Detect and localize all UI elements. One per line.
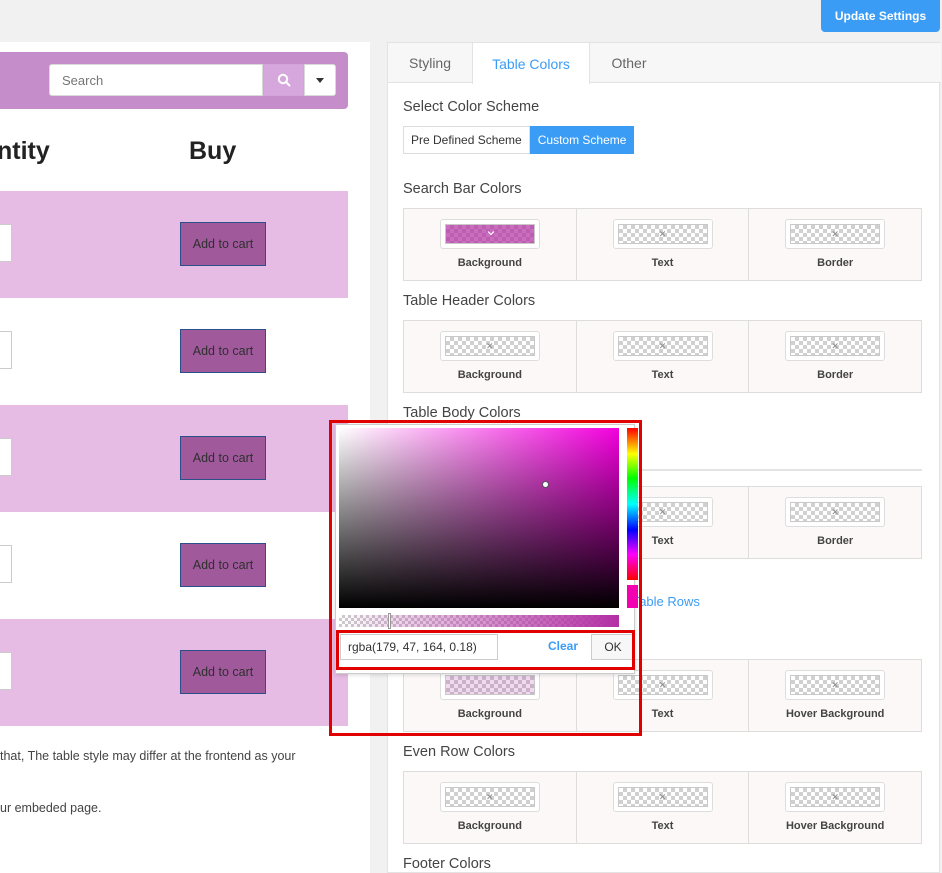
add-to-cart-button[interactable]: Add to cart <box>180 650 266 694</box>
color-swatch-button[interactable]: ✕ <box>785 782 886 812</box>
search-bar-text-cell: ✕ Text <box>576 209 750 280</box>
add-to-cart-button[interactable]: Add to cart <box>180 222 266 266</box>
table-preview-panel: ntity Buy Add to cart Add to cart Add to… <box>0 42 370 873</box>
cell-label: Text <box>651 820 674 832</box>
odd-hover-background-cell: ✕ Hover Background <box>749 660 922 731</box>
color-swatch-button[interactable]: ✕ <box>612 219 713 249</box>
clear-x-icon: ✕ <box>486 792 494 802</box>
settings-tabs: Styling Table Colors Other <box>388 43 941 84</box>
table-row: Add to cart <box>0 298 348 405</box>
pre-defined-scheme-button[interactable]: Pre Defined Scheme <box>403 126 530 154</box>
scheme-toggle: Pre Defined Scheme Custom Scheme <box>403 126 635 154</box>
cell-label: Background <box>457 369 522 381</box>
color-swatch-button[interactable]: ✕ <box>439 331 540 361</box>
add-to-cart-button[interactable]: Add to cart <box>180 329 266 373</box>
clear-x-icon: ✕ <box>658 229 667 239</box>
quantity-input[interactable] <box>0 545 12 583</box>
cell-label: Border <box>817 535 854 547</box>
cell-label: Background <box>457 257 522 269</box>
preview-note-line2: ur embeded page. <box>0 801 102 815</box>
update-settings-button[interactable]: Update Settings <box>821 0 940 32</box>
clear-x-icon: ✕ <box>831 341 839 351</box>
custom-scheme-button[interactable]: Custom Scheme <box>529 126 635 154</box>
even-text-cell: ✕ Text <box>576 772 750 843</box>
column-header-buy: Buy <box>189 137 237 165</box>
color-swatch-button[interactable] <box>439 219 540 249</box>
clear-x-icon: ✕ <box>831 792 839 802</box>
cell-label: Border <box>817 369 854 381</box>
color-swatch-button[interactable]: ✕ <box>785 219 886 249</box>
clear-x-icon: ✕ <box>486 341 494 351</box>
select-color-scheme-title: Select Color Scheme <box>403 99 540 115</box>
highlight-box-outer <box>329 420 642 736</box>
search-dropdown-button[interactable] <box>304 64 336 96</box>
header-text-cell: ✕ Text <box>576 321 750 392</box>
color-swatch-button[interactable]: ✕ <box>785 670 886 700</box>
quantity-input[interactable] <box>0 438 12 476</box>
tab-table-colors[interactable]: Table Colors <box>472 43 590 84</box>
search-button[interactable] <box>263 64 304 96</box>
search-bar-colors-title: Search Bar Colors <box>403 181 522 197</box>
search-bar-border-cell: ✕ Border <box>749 209 922 280</box>
clear-x-icon: ✕ <box>658 792 667 802</box>
color-swatch-button[interactable]: ✕ <box>785 497 886 527</box>
clear-x-icon: ✕ <box>831 680 839 690</box>
search-icon <box>277 73 291 87</box>
quantity-input[interactable] <box>0 652 12 690</box>
clear-x-icon: ✕ <box>658 507 667 517</box>
cell-label: Hover Background <box>785 708 885 720</box>
highlight-box-inner <box>336 630 635 670</box>
even-hover-background-cell: ✕ Hover Background <box>749 772 922 843</box>
even-background-cell: ✕ Background <box>404 772 577 843</box>
table-header-color-grid: ✕ Background ✕ Text ✕ Border <box>403 320 922 393</box>
even-row-colors-title: Even Row Colors <box>403 744 516 760</box>
search-bar-background-cell: Background <box>404 209 577 280</box>
clear-x-icon: ✕ <box>658 680 667 690</box>
body-border-cell: ✕ Border <box>749 487 922 558</box>
color-swatch-button[interactable]: ✕ <box>612 782 713 812</box>
header-background-cell: ✕ Background <box>404 321 577 392</box>
tab-styling[interactable]: Styling <box>388 43 472 83</box>
table-row: Add to cart <box>0 619 348 726</box>
search-input[interactable] <box>49 64 263 96</box>
color-swatch-button[interactable]: ✕ <box>439 782 540 812</box>
cell-label: Background <box>457 820 522 832</box>
column-header-quantity: ntity <box>0 137 50 165</box>
quantity-input[interactable] <box>0 224 12 262</box>
search-bar <box>0 52 348 109</box>
table-row: Add to cart <box>0 191 348 298</box>
even-row-color-grid: ✕ Background ✕ Text ✕ Hover Background <box>403 771 922 844</box>
add-to-cart-button[interactable]: Add to cart <box>180 543 266 587</box>
color-swatch-button[interactable]: ✕ <box>612 331 713 361</box>
cell-label: Hover Background <box>785 820 885 832</box>
table-row: Add to cart <box>0 512 348 619</box>
cell-label: Border <box>817 257 854 269</box>
footer-colors-title: Footer Colors <box>403 856 491 872</box>
clear-x-icon: ✕ <box>658 341 667 351</box>
caret-down-icon <box>316 77 324 83</box>
clear-x-icon: ✕ <box>831 229 839 239</box>
table-header-colors-title: Table Header Colors <box>403 293 536 309</box>
color-swatch-button[interactable]: ✕ <box>785 331 886 361</box>
chevron-down-icon <box>487 231 495 236</box>
add-to-cart-button[interactable]: Add to cart <box>180 436 266 480</box>
table-body-colors-title: Table Body Colors <box>403 405 521 421</box>
table-row: Add to cart <box>0 405 348 512</box>
search-bar-color-grid: Background ✕ Text ✕ Border <box>403 208 922 281</box>
preview-note-line1: that, The table style may differ at the … <box>0 749 296 763</box>
header-border-cell: ✕ Border <box>749 321 922 392</box>
clear-x-icon: ✕ <box>831 507 839 517</box>
tab-other[interactable]: Other <box>590 43 668 83</box>
quantity-input[interactable] <box>0 331 12 369</box>
cell-label: Text <box>651 257 674 269</box>
cell-label: Text <box>651 369 674 381</box>
